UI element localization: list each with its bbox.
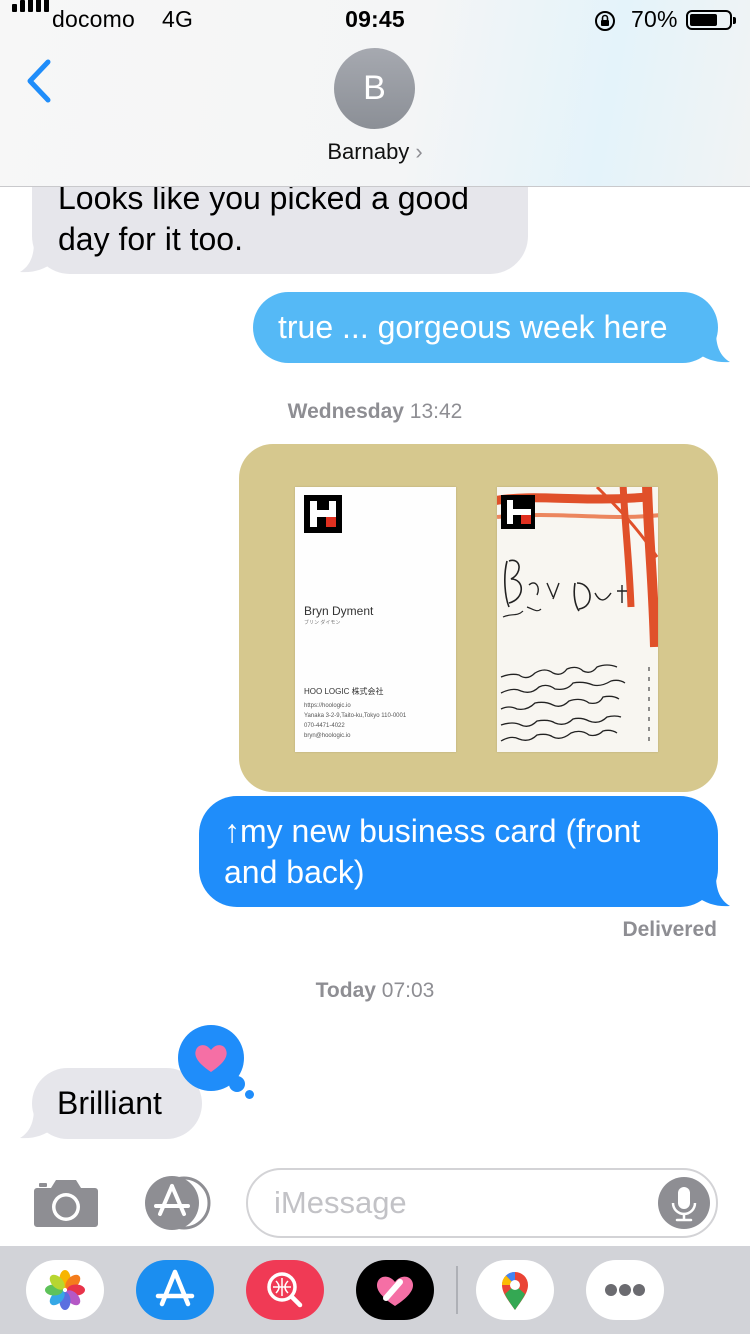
bubble-tail <box>20 242 54 273</box>
card-email: bryn@hoologic.io <box>304 733 351 739</box>
reaction-tail <box>229 1076 245 1092</box>
google-maps-app-icon[interactable] <box>476 1260 554 1320</box>
digital-touch-app-icon[interactable] <box>356 1260 434 1320</box>
card-address: Yanaka 3-2-9,Taito-ku,Tokyo 110-0001 <box>304 713 407 719</box>
card-url: https://hoologic.io <box>304 703 351 709</box>
contact-avatar[interactable]: B <box>334 48 415 129</box>
message-text: ↑my new business card (front <box>224 813 641 849</box>
image-attachment[interactable]: Bryn Dyment ブリン ダイモン HOO LOGIC 株式会社 http… <box>239 444 718 792</box>
app-store-app-icon[interactable] <box>136 1260 214 1320</box>
microphone-icon <box>671 1187 697 1222</box>
bubble-tail <box>696 332 730 363</box>
card-name-kana: ブリン ダイモン <box>304 620 341 626</box>
divider <box>456 1266 458 1314</box>
business-card-front: Bryn Dyment ブリン ダイモン HOO LOGIC 株式会社 http… <box>295 487 456 752</box>
rotation-lock-icon <box>595 11 615 31</box>
dictation-button[interactable] <box>658 1177 710 1229</box>
battery-percentage: 70% <box>631 6 678 32</box>
battery-icon <box>686 10 736 30</box>
message-input-placeholder: iMessage <box>274 1185 407 1220</box>
sent-message-bubble[interactable]: true ... gorgeous week here <box>253 292 718 363</box>
timestamp: Wednesday 13:42 <box>287 400 463 423</box>
contact-name-button[interactable]: Barnaby › <box>0 139 750 165</box>
sent-message-bubble[interactable]: ↑my new business card (front and back) <box>199 796 718 907</box>
card-phone: 070-4471-4022 <box>304 723 345 729</box>
bubble-tail <box>696 876 730 907</box>
conversation-header: docomo 4G 09:45 70% B Barnaby › <box>0 0 750 187</box>
message-text: and back) <box>224 854 365 890</box>
timestamp: Today 07:03 <box>315 979 435 1002</box>
delivery-status: Delivered <box>622 918 717 941</box>
photos-app-icon[interactable] <box>26 1260 104 1320</box>
card-name: Bryn Dyment <box>304 604 374 618</box>
card-back-artwork <box>497 487 658 747</box>
contact-name: Barnaby <box>327 139 410 164</box>
card-company: HOO LOGIC 株式会社 <box>304 687 384 696</box>
app-drawer <box>0 1246 750 1334</box>
reaction-tail <box>245 1090 254 1099</box>
bubble-tail <box>20 1108 54 1139</box>
camera-icon[interactable] <box>33 1176 99 1228</box>
message-input[interactable]: iMessage <box>246 1168 718 1238</box>
logo-icon <box>304 495 342 533</box>
chevron-right-icon: › <box>415 139 423 164</box>
message-text: true ... gorgeous week here <box>278 309 668 345</box>
message-text: day for it too. <box>58 221 243 257</box>
more-apps-icon[interactable] <box>586 1260 664 1320</box>
business-card-back <box>497 487 658 752</box>
app-store-icon[interactable] <box>140 1176 212 1230</box>
chevron-left-icon[interactable] <box>20 56 60 106</box>
received-message-bubble[interactable]: Brilliant <box>32 1068 202 1139</box>
image-search-app-icon[interactable] <box>246 1260 324 1320</box>
